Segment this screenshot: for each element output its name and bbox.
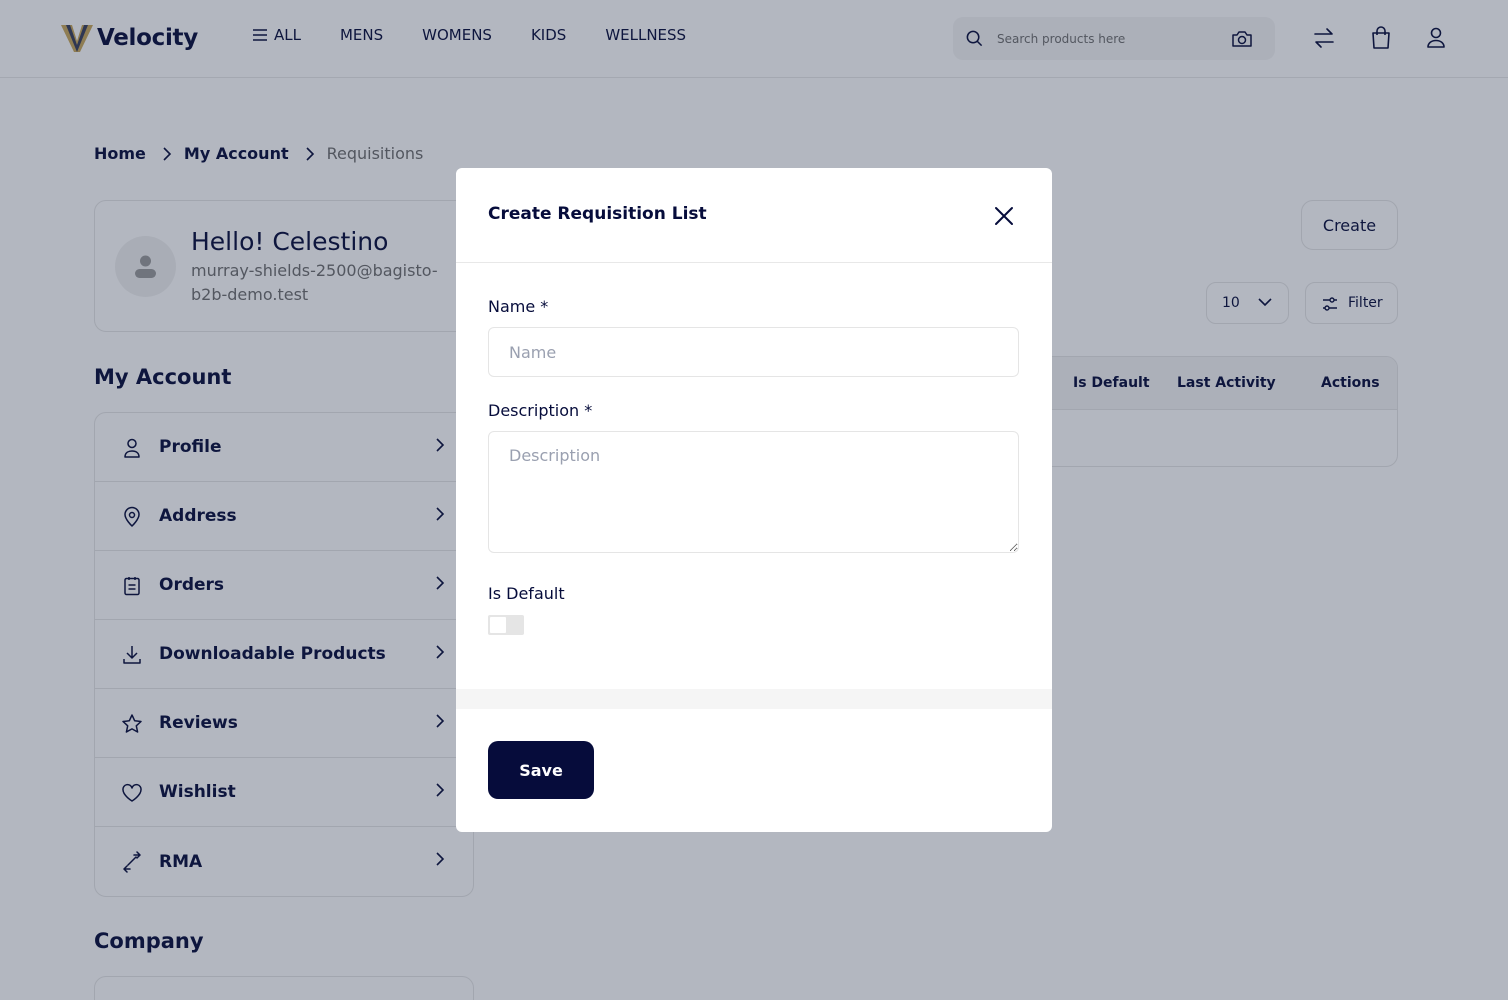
name-input[interactable] [488,327,1019,377]
close-icon[interactable] [992,204,1016,228]
toggle-knob [490,617,506,633]
description-textarea[interactable] [488,431,1019,553]
create-requisition-modal: Create Requisition List Name * Descripti… [456,168,1052,832]
is-default-toggle[interactable] [488,615,524,635]
description-label: Description * [488,401,593,420]
modal-title: Create Requisition List [488,204,707,224]
name-label: Name * [488,297,549,316]
save-button[interactable]: Save [488,741,594,799]
modal-divider [456,689,1052,709]
modal-header: Create Requisition List [456,168,1052,263]
is-default-label: Is Default [488,584,565,603]
